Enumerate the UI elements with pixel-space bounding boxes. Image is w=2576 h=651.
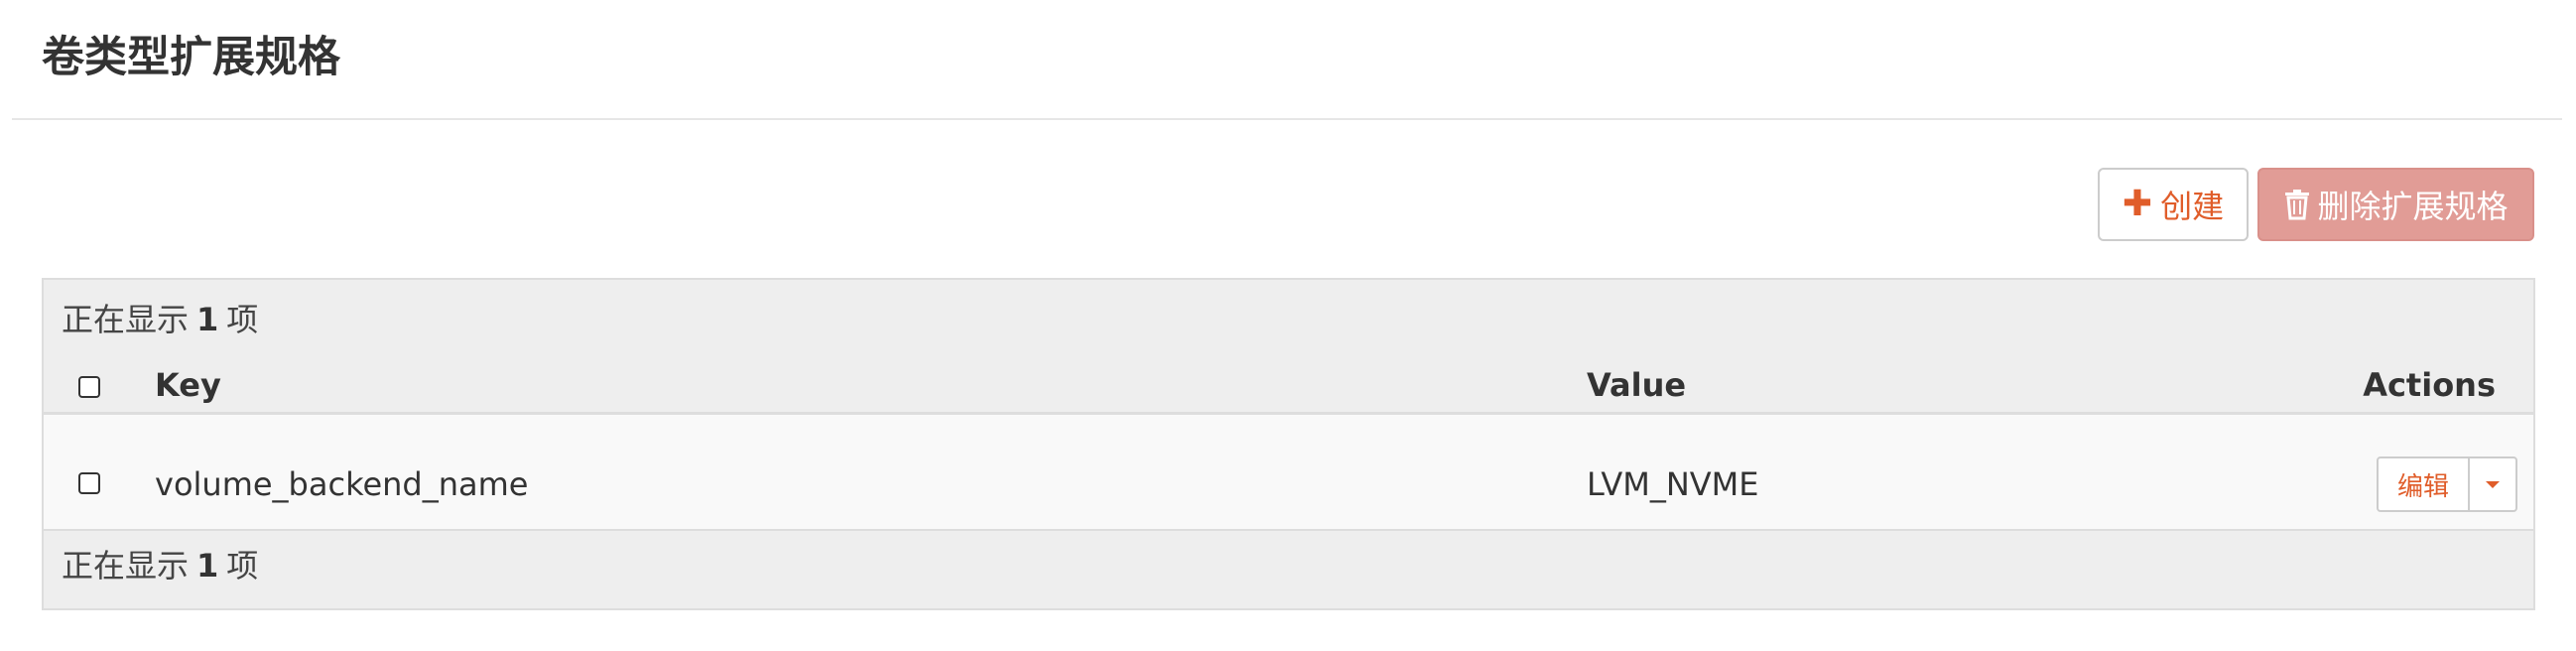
table-actions-toolbar: ✚ 创建 删除扩展规格 xyxy=(2098,168,2534,241)
column-header-value[interactable]: Value xyxy=(1587,365,1686,405)
column-header-key[interactable]: Key xyxy=(155,365,221,405)
delete-extra-specs-button[interactable]: 删除扩展规格 xyxy=(2257,168,2534,241)
extra-specs-table: 正在显示 1 项 Key Value Actions volume_backend_… xyxy=(42,278,2535,610)
plus-icon: ✚ xyxy=(2122,184,2153,224)
create-button-label: 创建 xyxy=(2160,188,2225,225)
row-actions-button-group: 编辑 xyxy=(2377,456,2517,512)
table-row: volume_backend_name LVM_NVME 编辑 xyxy=(44,437,2533,531)
select-all-checkbox[interactable] xyxy=(78,376,100,398)
create-button[interactable]: ✚ 创建 xyxy=(2098,168,2249,241)
item-count-bottom: 正在显示 1 项 xyxy=(62,547,259,585)
caret-down-icon xyxy=(2486,480,2500,488)
trash-icon xyxy=(2285,190,2310,220)
row-key: volume_backend_name xyxy=(155,465,529,503)
row-select-checkbox[interactable] xyxy=(78,472,100,494)
page-header: 卷类型扩展规格 xyxy=(12,0,2562,120)
edit-button[interactable]: 编辑 xyxy=(2379,458,2470,510)
item-count-top: 正在显示 1 项 xyxy=(62,301,259,338)
actions-dropdown-toggle[interactable] xyxy=(2470,458,2515,510)
delete-button-label: 删除扩展规格 xyxy=(2317,188,2509,225)
table-header-row: Key Value Actions xyxy=(44,359,2533,415)
row-value: LVM_NVME xyxy=(1587,465,1759,503)
page-title: 卷类型扩展规格 xyxy=(42,33,340,82)
column-header-actions: Actions xyxy=(2363,366,2496,404)
